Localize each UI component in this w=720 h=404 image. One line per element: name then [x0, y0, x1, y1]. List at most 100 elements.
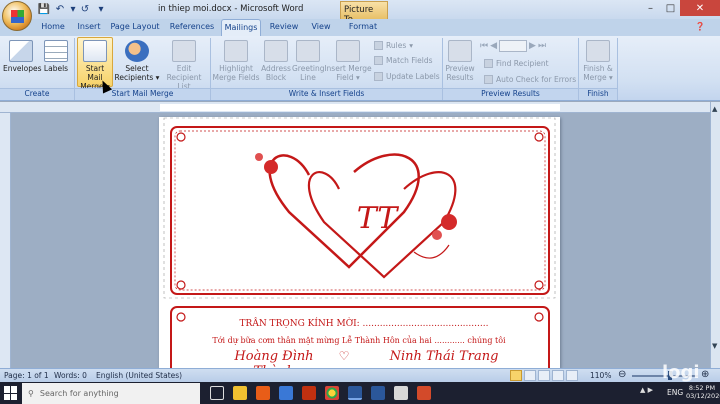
zoom-in-icon[interactable]: ⊕: [701, 369, 709, 380]
close-icon[interactable]: ✕: [680, 0, 720, 16]
office-logo-icon: [11, 10, 24, 23]
clock-time: 8:52 PM: [688, 384, 716, 392]
page-count[interactable]: Page: 1 of 1: [4, 371, 49, 380]
envelopes-label: Envelopes: [3, 64, 42, 73]
rose-right: [441, 214, 457, 230]
envelopes-button[interactable]: Envelopes: [3, 40, 42, 73]
edit-recipient-label: Edit: [176, 64, 192, 73]
zoom-out-icon[interactable]: ⊖: [618, 369, 626, 380]
invitation-line-1: TRÂN TRỌNG KÍNH MỜI: ...................…: [239, 319, 489, 329]
office-button[interactable]: [2, 1, 32, 31]
task-view-icon[interactable]: [210, 386, 224, 400]
help-icon[interactable]: ❓: [690, 22, 710, 31]
app-icon[interactable]: [279, 386, 293, 400]
app-icon-3[interactable]: [394, 386, 408, 400]
tab-mailings[interactable]: Mailings: [221, 19, 261, 37]
vertical-ruler[interactable]: [0, 113, 11, 368]
insert-field-label-2: Field: [336, 73, 354, 82]
full-screen-icon[interactable]: [524, 370, 536, 381]
find-recipient-button[interactable]: Find Recipient: [484, 59, 549, 68]
tab-format[interactable]: Format: [346, 22, 380, 31]
ribbon: Envelopes Labels Create Start Mail Merge…: [0, 36, 720, 101]
insert-merge-field-button[interactable]: Insert Merge Field ▾: [324, 40, 372, 82]
tab-references[interactable]: References: [168, 22, 216, 31]
document-page[interactable]: TT TRÂN TRỌNG KÍNH MỜI: ................…: [159, 117, 560, 379]
tab-page-layout[interactable]: Page Layout: [110, 22, 160, 31]
address-label: Address: [261, 64, 291, 73]
word-count[interactable]: Words: 0: [54, 371, 87, 380]
print-layout-icon[interactable]: [510, 370, 522, 381]
rules-icon: [374, 41, 383, 50]
update-labels-button[interactable]: Update Labels: [374, 72, 440, 81]
tab-insert[interactable]: Insert: [76, 22, 102, 31]
group-create-label: Create: [0, 88, 74, 100]
undo-icon[interactable]: ↶: [53, 2, 67, 16]
clock[interactable]: 8:52 PM 03/12/2020: [686, 384, 720, 400]
windows-start-icon[interactable]: [4, 386, 18, 400]
maximize-icon[interactable]: □: [660, 0, 681, 16]
heart-divider-icon: ♡: [338, 349, 350, 363]
tab-view[interactable]: View: [308, 22, 334, 31]
group-separator: [617, 38, 618, 100]
logi-watermark: logi: [662, 362, 700, 383]
draft-icon[interactable]: [566, 370, 578, 381]
edit-recipient-list-button[interactable]: Edit Recipient List: [160, 40, 208, 91]
xampp-icon[interactable]: [256, 386, 270, 400]
rose-left: [264, 160, 278, 174]
window-title: in thiep moi.docx - Microsoft Word: [158, 4, 304, 14]
highlight-label: Highlight: [219, 64, 253, 73]
redo-icon[interactable]: ↺: [78, 2, 92, 16]
outline-icon[interactable]: [552, 370, 564, 381]
zoom-level[interactable]: 110%: [590, 371, 611, 380]
chrome-icon[interactable]: [325, 386, 339, 400]
search-placeholder: Search for anything: [39, 389, 119, 398]
input-language[interactable]: ENG: [667, 388, 683, 397]
tab-home[interactable]: Home: [40, 22, 66, 31]
select-recipients-button[interactable]: Select Recipients ▾: [114, 40, 160, 82]
rules-label: Rules: [386, 41, 407, 50]
scroll-up-icon[interactable]: ▲: [712, 105, 719, 113]
rules-button[interactable]: Rules ▾: [374, 41, 413, 50]
office-app-icon[interactable]: [302, 386, 316, 400]
tab-review[interactable]: Review: [268, 22, 300, 31]
auto-check-button[interactable]: Auto Check for Errors: [484, 75, 576, 84]
language-indicator[interactable]: English (United States): [96, 371, 182, 380]
ribbon-swirl: [413, 244, 450, 259]
invitation-line-2: Tới dự bữa cơm thân mật mừng Lễ Thành Hô…: [212, 336, 506, 345]
preview-results-button[interactable]: Preview Results: [444, 40, 476, 82]
qat-customize-icon[interactable]: ▾: [94, 2, 108, 16]
last-record-icon[interactable]: ⏭: [538, 41, 546, 51]
system-tray[interactable]: ▲ ▶: [640, 386, 653, 394]
labels-button[interactable]: Labels: [42, 40, 70, 73]
taskbar-search[interactable]: ⚲ Search for anything: [22, 383, 200, 404]
corner-ornament: [534, 312, 544, 322]
vertical-scrollbar[interactable]: ▲ ▼: [710, 102, 720, 368]
greeting-label-2: Line: [300, 73, 316, 82]
monogram: TT: [356, 201, 398, 236]
first-record-icon[interactable]: ⏮: [480, 41, 488, 51]
prev-record-icon[interactable]: ◀: [490, 41, 497, 51]
auto-check-label: Auto Check for Errors: [496, 75, 577, 84]
address-block-button[interactable]: Address Block: [260, 40, 292, 82]
finish-merge-button[interactable]: Finish & Merge ▾: [580, 40, 616, 82]
envelope-icon: [9, 40, 33, 62]
next-record-icon[interactable]: ▶: [529, 41, 536, 51]
file-explorer-icon[interactable]: [233, 386, 247, 400]
app-icon-4[interactable]: [417, 386, 431, 400]
scroll-down-icon[interactable]: ▼: [712, 342, 719, 350]
save-icon[interactable]: 💾: [37, 2, 51, 16]
insert-field-icon: [336, 40, 360, 62]
minimize-icon[interactable]: –: [640, 0, 661, 16]
picture-tools-tab[interactable]: Picture To...: [340, 1, 388, 25]
search-icon: ⚲: [28, 389, 34, 398]
web-layout-icon[interactable]: [538, 370, 550, 381]
rose-left-small: [255, 153, 263, 161]
match-fields-button[interactable]: Match Fields: [374, 56, 433, 65]
highlight-merge-fields-button[interactable]: Highlight Merge Fields: [212, 40, 260, 82]
corner-ornament: [176, 132, 186, 142]
word-taskbar-icon-2[interactable]: [371, 386, 385, 400]
word-taskbar-icon[interactable]: [348, 386, 362, 400]
auto-check-icon: [484, 75, 493, 84]
record-number-input[interactable]: [499, 40, 528, 52]
greeting-line-button[interactable]: Greeting Line: [292, 40, 325, 82]
